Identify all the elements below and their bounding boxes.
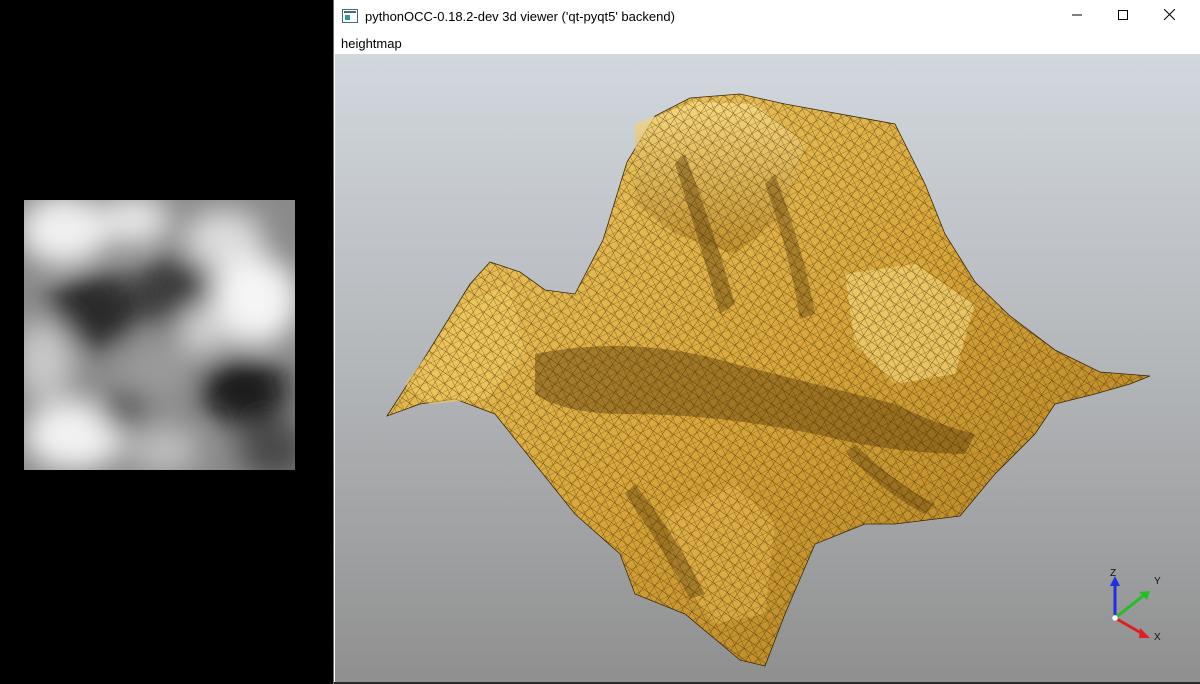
3d-viewport[interactable]: Z Y X [335,54,1200,682]
close-button[interactable] [1146,0,1192,32]
minimize-button[interactable] [1054,0,1100,32]
x-axis-label: X [1154,632,1161,643]
title-bar[interactable]: pythonOCC-0.18.2-dev 3d viewer ('qt-pyqt… [334,0,1200,33]
y-axis-label: Y [1154,576,1161,587]
z-axis-label: Z [1110,568,1117,579]
maximize-button[interactable] [1100,0,1146,32]
menu-item-heightmap[interactable]: heightmap [341,36,402,51]
maximize-icon [1118,7,1128,25]
close-icon [1163,7,1175,25]
minimize-icon [1072,7,1082,25]
terrain-surface [386,93,1151,667]
desktop-background: pythonOCC-0.18.2-dev 3d viewer ('qt-pyqt… [0,0,1200,684]
axis-triad: Z Y X [1105,566,1175,646]
app-window-icon [342,9,358,23]
viewer-window: pythonOCC-0.18.2-dev 3d viewer ('qt-pyqt… [333,0,1200,684]
menu-bar: heightmap [334,33,1200,54]
window-title: pythonOCC-0.18.2-dev 3d viewer ('qt-pyqt… [365,9,675,24]
heightmap-preview-image [24,200,295,470]
